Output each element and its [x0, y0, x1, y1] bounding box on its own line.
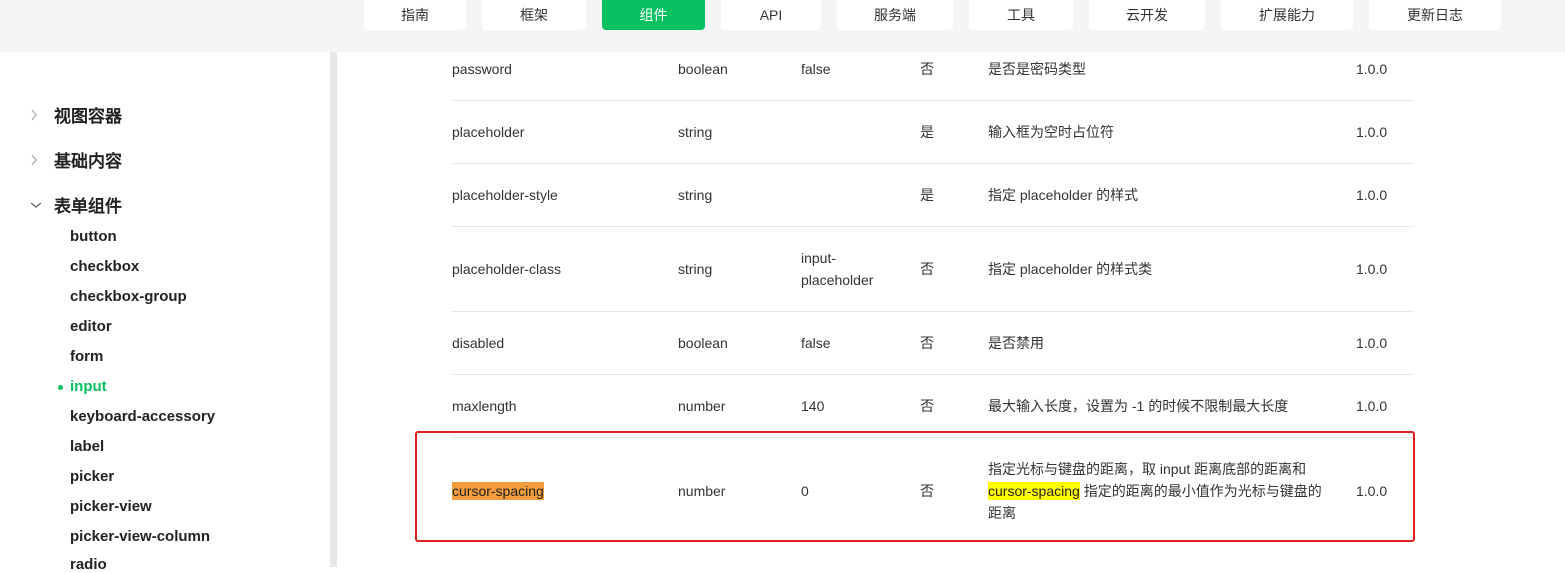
prop-version: 1.0.0: [1356, 187, 1388, 203]
tab-server[interactable]: 服务端: [837, 0, 953, 30]
prop-name: placeholder: [452, 124, 525, 140]
prop-name: maxlength: [452, 398, 517, 414]
prop-type: number: [678, 398, 726, 414]
prop-description: 指定光标与键盘的距离，取 input 距离底部的距离和 cursor-spacin…: [988, 458, 1333, 524]
sidebar-item-checkbox[interactable]: checkbox: [70, 258, 139, 275]
sidebar-item-editor[interactable]: editor: [70, 318, 112, 335]
tab-extensions[interactable]: 扩展能力: [1221, 0, 1353, 30]
top-nav-bar: 指南 框架 组件 API 服务端 工具 云开发 扩展能力 更新日志: [0, 0, 1565, 52]
prop-name: placeholder-class: [452, 261, 561, 277]
prop-version: 1.0.0: [1356, 124, 1388, 140]
sidebar-item-keyboard-accessory[interactable]: keyboard-accessory: [70, 408, 215, 425]
chevron-down-icon: [30, 201, 54, 209]
prop-default: false: [801, 61, 831, 77]
sidebar-group-label: 视图容器: [54, 107, 122, 126]
prop-type: boolean: [678, 335, 728, 351]
search-highlight: cursor-spacing: [452, 482, 544, 500]
prop-type: string: [678, 261, 713, 277]
sidebar-item-button[interactable]: button: [70, 228, 117, 245]
tab-cloud-dev[interactable]: 云开发: [1089, 0, 1205, 30]
prop-name: password: [452, 61, 512, 77]
prop-version: 1.0.0: [1356, 398, 1388, 414]
prop-version: 1.0.0: [1356, 261, 1388, 277]
prop-required: 否: [920, 261, 934, 277]
prop-version: 1.0.0: [1356, 61, 1388, 77]
chevron-right-icon: [30, 154, 54, 166]
sidebar: [0, 52, 330, 567]
sidebar-item-picker-view-column[interactable]: picker-view-column: [70, 528, 210, 545]
prop-type: string: [678, 187, 713, 203]
main-nav: 指南 框架 组件 API 服务端 工具 云开发 扩展能力 更新日志: [364, 0, 1501, 30]
table-row: maxlength number 140 否 最大输入长度，设置为 -1 的时候…: [452, 375, 1414, 438]
desc-text: 指定光标与键盘的距离，取 input 距离底部的距离和: [988, 461, 1307, 477]
table-row: password boolean false 否 是否是密码类型 1.0.0: [452, 52, 1414, 101]
sidebar-item-picker-view[interactable]: picker-view: [70, 498, 152, 515]
search-highlight: cursor-spacing: [988, 482, 1080, 500]
content-area: password boolean false 否 是否是密码类型 1.0.0 p…: [337, 52, 1565, 567]
sidebar-item-radio[interactable]: radio: [70, 556, 107, 573]
sidebar-group-view-container[interactable]: 视图容器: [30, 102, 122, 127]
prop-required: 是: [920, 187, 934, 203]
sidebar-item-label[interactable]: label: [70, 438, 104, 455]
table-row-highlighted: cursor-spacing number 0 否 指定光标与键盘的距离，取 i…: [452, 438, 1414, 548]
prop-description: 指定 placeholder 的样式类: [988, 261, 1153, 277]
prop-version: 1.0.0: [1356, 335, 1388, 351]
sidebar-group-label: 表单组件: [54, 197, 122, 216]
prop-name: placeholder-style: [452, 187, 558, 203]
tab-guide[interactable]: 指南: [364, 0, 466, 30]
tab-changelog[interactable]: 更新日志: [1369, 0, 1501, 30]
prop-description: 是否禁用: [988, 335, 1044, 351]
prop-type: string: [678, 124, 713, 140]
table-row: disabled boolean false 否 是否禁用 1.0.0: [452, 312, 1414, 375]
prop-description: 最大输入长度，设置为 -1 的时候不限制最大长度: [988, 398, 1289, 414]
tab-components[interactable]: 组件: [602, 0, 705, 30]
prop-required: 否: [920, 398, 934, 414]
prop-type: boolean: [678, 61, 728, 77]
prop-name: cursor-spacing: [452, 480, 544, 502]
prop-version: 1.0.0: [1356, 483, 1388, 499]
prop-required: 否: [920, 335, 934, 351]
table-row: placeholder string 是 输入框为空时占位符 1.0.0: [452, 101, 1414, 164]
prop-required: 否: [920, 61, 934, 77]
tab-api[interactable]: API: [721, 0, 821, 30]
prop-description: 输入框为空时占位符: [988, 124, 1114, 140]
prop-default: 140: [801, 398, 825, 414]
sidebar-item-input[interactable]: input: [70, 378, 107, 395]
prop-description: 指定 placeholder 的样式: [988, 187, 1139, 203]
prop-name: disabled: [452, 335, 505, 351]
chevron-right-icon: [30, 109, 54, 121]
prop-default: input-: [801, 250, 837, 266]
sidebar-item-picker[interactable]: picker: [70, 468, 114, 485]
prop-description: 是否是密码类型: [988, 61, 1086, 77]
prop-type: number: [678, 483, 726, 499]
sidebar-group-basic-content[interactable]: 基础内容: [30, 147, 122, 172]
prop-required: 否: [920, 483, 934, 499]
sidebar-item-checkbox-group[interactable]: checkbox-group: [70, 288, 187, 305]
active-indicator-dot: [58, 385, 63, 390]
sidebar-group-label: 基础内容: [54, 152, 122, 171]
tab-framework[interactable]: 框架: [482, 0, 586, 30]
sidebar-item-form[interactable]: form: [70, 348, 103, 365]
sidebar-group-form-components[interactable]: 表单组件: [30, 192, 122, 217]
prop-default: placeholder: [801, 272, 874, 288]
prop-required: 是: [920, 124, 934, 140]
prop-default: 0: [801, 483, 809, 499]
prop-default: false: [801, 335, 831, 351]
table-row: placeholder-class string input- placehol…: [452, 227, 1414, 312]
sidebar-scrollbar[interactable]: [330, 52, 337, 567]
table-row: placeholder-style string 是 指定 placeholde…: [452, 164, 1414, 227]
tab-tools[interactable]: 工具: [969, 0, 1073, 30]
